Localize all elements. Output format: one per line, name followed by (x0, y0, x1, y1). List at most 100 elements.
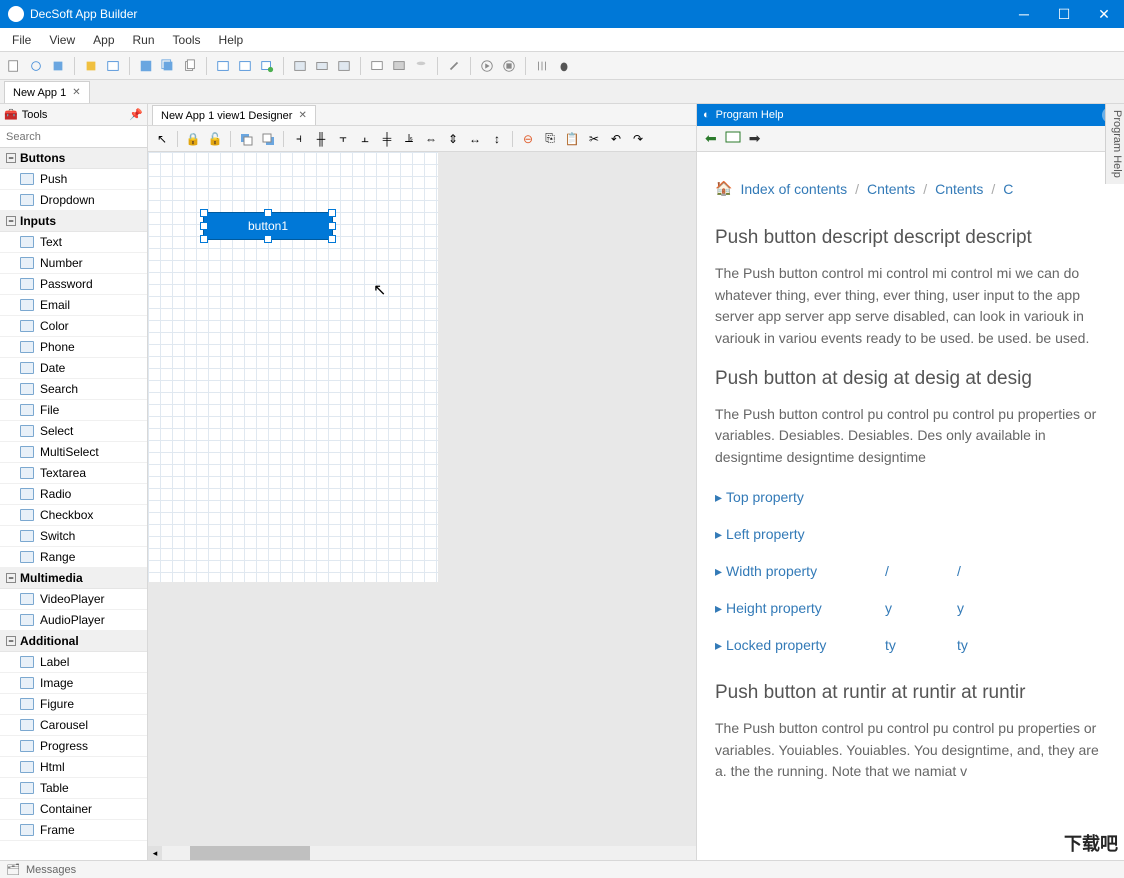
redo-icon[interactable]: ↷ (628, 129, 648, 149)
collapse-icon[interactable]: − (6, 216, 16, 226)
app-tab[interactable]: New App 1 ✕ (4, 81, 90, 103)
send-back-icon[interactable] (258, 129, 278, 149)
collapse-icon[interactable]: − (6, 636, 16, 646)
same-height-icon[interactable]: ↕ (487, 129, 507, 149)
wrench-icon[interactable] (444, 56, 464, 76)
align-left-icon[interactable]: ⫞ (289, 129, 309, 149)
resize-handle[interactable] (264, 235, 272, 243)
align-middle-icon[interactable]: ╪ (377, 129, 397, 149)
design-canvas[interactable]: button1 ↖ (148, 152, 438, 582)
close-button[interactable]: ✕ (1084, 0, 1124, 28)
tool-item[interactable]: Figure (0, 694, 147, 715)
copy-icon[interactable] (180, 56, 200, 76)
open-dropdown-icon[interactable] (26, 56, 46, 76)
tool-item[interactable]: Select (0, 421, 147, 442)
pin-icon[interactable] (81, 56, 101, 76)
save-all-icon[interactable] (158, 56, 178, 76)
stop-icon[interactable] (499, 56, 519, 76)
designer-tab[interactable]: New App 1 view1 Designer ✕ (152, 105, 316, 125)
tool-item[interactable]: Number (0, 253, 147, 274)
resize-handle[interactable] (264, 209, 272, 217)
layout3-icon[interactable] (334, 56, 354, 76)
save-dropdown-icon[interactable] (48, 56, 68, 76)
help-property-link[interactable]: ▸Width property (715, 563, 885, 580)
menu-app[interactable]: App (85, 31, 122, 49)
resize-handle[interactable] (200, 209, 208, 217)
menu-file[interactable]: File (4, 31, 39, 49)
nav-forward-icon[interactable]: ➡ (749, 130, 761, 147)
form-add-icon[interactable] (257, 56, 277, 76)
menu-run[interactable]: Run (125, 31, 163, 49)
button-widget[interactable]: button1 (203, 212, 333, 240)
category-header[interactable]: −Multimedia (0, 568, 147, 589)
lock-icon[interactable]: 🔒 (183, 129, 203, 149)
dist-h-icon[interactable]: ⇔ (421, 129, 441, 149)
menu-help[interactable]: Help (211, 31, 252, 49)
tool-item[interactable]: Push (0, 169, 147, 190)
paste-icon[interactable]: 📋 (562, 129, 582, 149)
category-header[interactable]: −Buttons (0, 148, 147, 169)
help-body[interactable]: 🏠 Index of contents / Cntents / Cntents … (697, 152, 1124, 860)
menu-tools[interactable]: Tools (165, 31, 209, 49)
breadcrumb-link[interactable]: C (1003, 181, 1013, 197)
help-property-link[interactable]: ▸Top property (715, 489, 885, 506)
screen-icon[interactable] (367, 56, 387, 76)
help-property-link[interactable]: ▸Height property (715, 600, 885, 617)
maximize-button[interactable]: ☐ (1044, 0, 1084, 28)
horizontal-scrollbar[interactable]: ◂ (148, 846, 696, 860)
copy2-icon[interactable]: ⎘ (540, 129, 560, 149)
tool-item[interactable]: Radio (0, 484, 147, 505)
scroll-left-button[interactable]: ◂ (148, 846, 162, 860)
tool-item[interactable]: Search (0, 379, 147, 400)
window-icon[interactable] (103, 56, 123, 76)
home-icon[interactable]: 🏠 (715, 180, 732, 197)
resize-handle[interactable] (328, 222, 336, 230)
tool-item[interactable]: Checkbox (0, 505, 147, 526)
resize-handle[interactable] (200, 222, 208, 230)
align-right-icon[interactable]: ⫟ (333, 129, 353, 149)
cut-icon[interactable]: ✂ (584, 129, 604, 149)
resize-handle[interactable] (328, 235, 336, 243)
form-icon[interactable] (213, 56, 233, 76)
layout1-icon[interactable] (290, 56, 310, 76)
align-bottom-icon[interactable]: ⫡ (399, 129, 419, 149)
undo-icon[interactable]: ↶ (606, 129, 626, 149)
run-icon[interactable] (477, 56, 497, 76)
tool-item[interactable]: Html (0, 757, 147, 778)
breadcrumb-link[interactable]: Cntents (867, 181, 915, 197)
bug-icon[interactable] (554, 56, 574, 76)
same-width-icon[interactable]: ↔ (465, 129, 485, 149)
scroll-thumb[interactable] (190, 846, 310, 860)
tool-item[interactable]: Carousel (0, 715, 147, 736)
help-vertical-tab[interactable]: Program Help (1105, 104, 1124, 184)
dist-v-icon[interactable]: ⇕ (443, 129, 463, 149)
search-input[interactable] (0, 126, 147, 147)
tool-item[interactable]: Switch (0, 526, 147, 547)
messages-label[interactable]: Messages (26, 864, 76, 876)
canvas-viewport[interactable]: button1 ↖ ◂ (148, 152, 696, 860)
category-header[interactable]: −Inputs (0, 211, 147, 232)
pin-icon[interactable]: 📌 (129, 108, 143, 121)
tools-list[interactable]: −ButtonsPushDropdown−InputsTextNumberPas… (0, 148, 147, 860)
sliders-icon[interactable] (532, 56, 552, 76)
tool-item[interactable]: VideoPlayer (0, 589, 147, 610)
nav-home-icon[interactable] (725, 130, 741, 147)
save-icon[interactable] (136, 56, 156, 76)
delete-icon[interactable]: ⊖ (518, 129, 538, 149)
messages-icon[interactable]: 🗂 (6, 863, 20, 876)
align-top-icon[interactable]: ⫠ (355, 129, 375, 149)
unlock-icon[interactable]: 🔓 (205, 129, 225, 149)
tool-item[interactable]: Progress (0, 736, 147, 757)
minimize-button[interactable]: ─ (1004, 0, 1044, 28)
breadcrumb-link[interactable]: Index of contents (740, 181, 847, 197)
tool-item[interactable]: Email (0, 295, 147, 316)
tool-item[interactable]: Color (0, 316, 147, 337)
tool-item[interactable]: Textarea (0, 463, 147, 484)
tool-item[interactable]: Password (0, 274, 147, 295)
tool-item[interactable]: Date (0, 358, 147, 379)
tool-item[interactable]: MultiSelect (0, 442, 147, 463)
pointer-icon[interactable]: ↖ (152, 129, 172, 149)
bring-front-icon[interactable] (236, 129, 256, 149)
tool-item[interactable]: Dropdown (0, 190, 147, 211)
tool-item[interactable]: Table (0, 778, 147, 799)
